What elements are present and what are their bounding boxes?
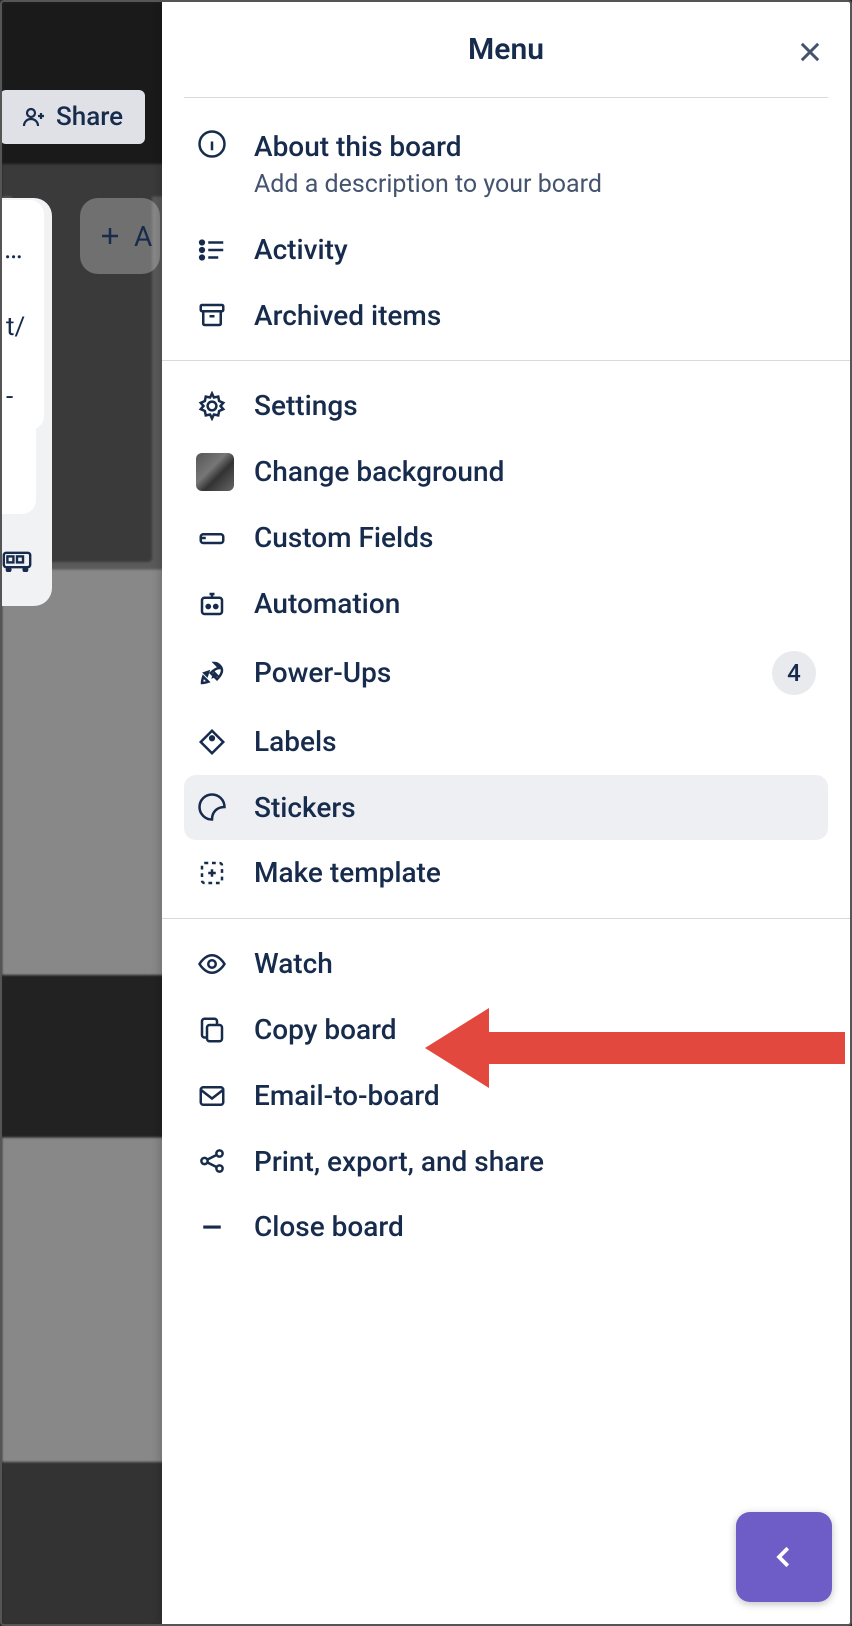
board-menu-panel: Menu About this board Add a description …	[162, 2, 850, 1624]
tag-icon	[196, 522, 228, 554]
powerups-count-badge: 4	[772, 651, 816, 695]
archive-icon	[196, 299, 228, 331]
chevron-left-icon	[769, 1542, 799, 1572]
mail-icon	[196, 1080, 228, 1112]
menu-item-labels[interactable]: Labels	[184, 709, 828, 775]
add-list-button[interactable]: A	[80, 198, 160, 274]
menu-header: Menu	[184, 2, 828, 98]
transport-icon	[2, 548, 32, 572]
share-button[interactable]: Share	[0, 90, 145, 144]
menu-item-settings[interactable]: Settings	[184, 373, 828, 439]
close-menu-button[interactable]	[792, 34, 828, 70]
robot-icon	[196, 588, 228, 620]
menu-item-email[interactable]: Email-to-board	[184, 1063, 828, 1129]
user-plus-icon	[22, 105, 46, 129]
card-text-frag: -	[6, 382, 36, 412]
menu-item-powerups[interactable]: Power-Ups 4	[184, 637, 828, 709]
add-list-label: A	[134, 220, 152, 253]
menu-item-label: Activity	[254, 231, 348, 269]
menu-item-label: Email-to-board	[254, 1077, 440, 1115]
card-content-stub: t/ -	[0, 284, 36, 514]
info-icon	[196, 128, 228, 160]
activity-icon	[196, 234, 228, 266]
background-thumbnail-icon	[196, 453, 234, 491]
menu-item-label: Automation	[254, 585, 400, 623]
menu-item-label: Close board	[254, 1208, 404, 1246]
menu-item-custom-fields[interactable]: Custom Fields	[184, 505, 828, 571]
menu-section: Settings Change background Custom Fields…	[162, 361, 850, 919]
menu-item-label: Stickers	[254, 789, 356, 827]
menu-item-close-board[interactable]: Close board	[184, 1194, 828, 1260]
collapse-panel-button[interactable]	[736, 1512, 832, 1602]
menu-item-label: About this board	[254, 128, 816, 166]
menu-item-subtitle: Add a description to your board	[254, 170, 816, 199]
menu-item-background[interactable]: Change background	[184, 439, 828, 505]
sticker-icon	[196, 791, 228, 823]
menu-item-template[interactable]: Make template	[184, 840, 828, 906]
menu-item-label: Archived items	[254, 297, 441, 335]
menu-item-label: Watch	[254, 945, 333, 983]
menu-item-stickers[interactable]: Stickers	[184, 775, 828, 841]
menu-item-label: Labels	[254, 723, 337, 761]
label-icon	[196, 726, 228, 758]
menu-item-activity[interactable]: Activity	[184, 217, 828, 283]
menu-item-label: Print, export, and share	[254, 1143, 544, 1181]
menu-item-label: Change background	[254, 453, 504, 491]
menu-section: Watch Copy board Email-to-board Print, e…	[162, 919, 850, 1272]
eye-icon	[196, 948, 228, 980]
menu-item-automation[interactable]: Automation	[184, 571, 828, 637]
copy-icon	[196, 1014, 228, 1046]
minus-icon	[196, 1211, 228, 1243]
menu-title: Menu	[468, 32, 544, 67]
gear-icon	[196, 390, 228, 422]
menu-item-archived[interactable]: Archived items	[184, 283, 828, 349]
menu-item-label: Power-Ups	[254, 654, 772, 692]
card-text-frag: t/	[6, 312, 36, 342]
menu-section: About this board Add a description to yo…	[162, 98, 850, 361]
template-icon	[196, 857, 228, 889]
more-icon[interactable]: …	[4, 232, 20, 265]
rocket-icon	[196, 657, 228, 689]
menu-item-print-export[interactable]: Print, export, and share	[184, 1129, 828, 1195]
menu-item-watch[interactable]: Watch	[184, 931, 828, 997]
menu-item-label: Copy board	[254, 1011, 397, 1049]
menu-item-label: Settings	[254, 387, 358, 425]
share-label: Share	[56, 102, 123, 132]
plus-icon	[98, 224, 122, 248]
menu-item-about[interactable]: About this board Add a description to yo…	[184, 110, 828, 217]
share-nodes-icon	[196, 1145, 228, 1177]
close-icon	[796, 38, 824, 66]
menu-item-label: Custom Fields	[254, 519, 433, 557]
menu-item-label: Make template	[254, 854, 441, 892]
menu-item-copy-board[interactable]: Copy board	[184, 997, 828, 1063]
